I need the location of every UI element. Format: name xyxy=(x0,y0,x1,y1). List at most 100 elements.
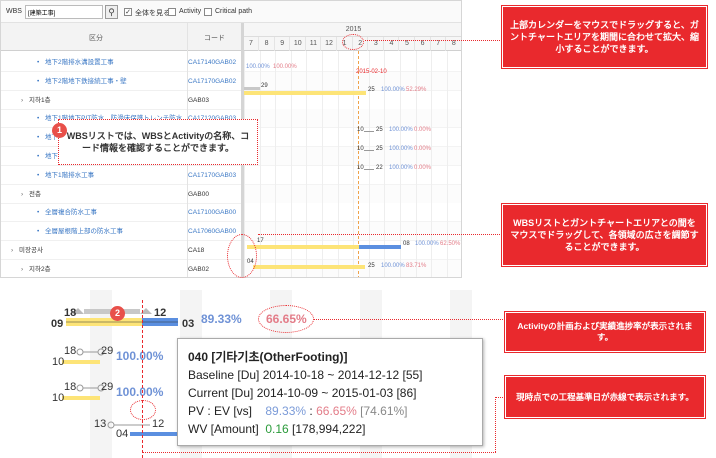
zoom-row1-end-top: 12 xyxy=(154,307,167,319)
pv-label: PV : EV [vs] xyxy=(188,404,253,418)
bar-end-label: 25 xyxy=(376,146,383,152)
zoom-row1-start-bottom: 09 xyxy=(51,318,64,330)
wbs-row[interactable]: • 地下1階排水工事 CA17170GAB03 xyxy=(1,166,241,185)
expand-icon[interactable]: › xyxy=(21,260,23,277)
status-date-line xyxy=(142,300,143,458)
calendar-drag-callout-text: 上部カレンダーをマウスでドラッグすると、ガントチャートエリアを期間に合わせて拡大… xyxy=(510,20,699,54)
wbs-row-code: CA17140GAB02 xyxy=(188,59,237,66)
wbs-search-input[interactable] xyxy=(25,5,103,19)
splitter-leader xyxy=(258,234,502,235)
wbs-row[interactable]: › 지하1층 GAB03 xyxy=(1,91,241,110)
plan-percent: 100.00% xyxy=(246,64,270,70)
bar-end-label: 22 xyxy=(376,165,383,171)
show-all-checkbox[interactable]: ✓ xyxy=(124,8,132,16)
wbs-header: 区分 コード xyxy=(1,23,241,51)
wv-label: WV [Amount] xyxy=(188,422,259,436)
month-cell[interactable]: 9 xyxy=(275,37,291,51)
wbs-row-name: 지하2층 xyxy=(29,265,51,273)
critical-path-checkbox[interactable] xyxy=(204,8,212,16)
wbs-row-code: GAB03 xyxy=(188,96,209,104)
plan-percent: 100.00% xyxy=(389,165,413,171)
search-icon: ⚲ xyxy=(108,7,115,17)
wbs-row-code: GAB02 xyxy=(188,265,209,273)
bullet-icon: • xyxy=(37,59,40,66)
plan-bar[interactable] xyxy=(244,91,366,95)
expand-icon[interactable]: › xyxy=(11,241,13,260)
progress-leader xyxy=(314,319,505,320)
grid-line xyxy=(384,51,386,277)
calendar-drag-marker xyxy=(342,34,364,50)
wbs-row-name: 地下2階排水溝設置工事 xyxy=(45,59,114,66)
bar-start-label: 29 xyxy=(261,83,268,89)
bar-end-label: 25 xyxy=(368,263,375,269)
status-date-leader-h1 xyxy=(495,397,505,398)
month-cell[interactable]: 8 xyxy=(260,37,275,51)
month-cell[interactable]: 10 xyxy=(291,37,306,51)
baseline-bar[interactable] xyxy=(244,87,260,90)
plan-percent: 100.00% xyxy=(381,263,405,269)
wbs-list-callout: WBSリストでは、WBSとActivityの名称、コード情報を確認することができ… xyxy=(58,119,258,165)
bar-start-label: 10 xyxy=(357,127,364,133)
plan-bar[interactable] xyxy=(247,245,359,249)
zoom-row3-top: 18 xyxy=(64,381,77,393)
month-cell[interactable]: 11 xyxy=(306,37,322,51)
tooltip-pv-ev: PV : EV [vs] 89.33% : 66.65% [74.61%] xyxy=(188,402,472,420)
grid-line xyxy=(275,51,277,277)
col-division-header: 区分 xyxy=(89,35,103,42)
grid-line xyxy=(353,51,355,277)
calendar-drag-leader xyxy=(365,40,502,41)
search-button[interactable]: ⚲ xyxy=(105,5,118,19)
zoom-plan-percent: 89.33% xyxy=(201,312,242,326)
progress-marker xyxy=(258,305,314,333)
tooltip-title: 040 [기타기초(OtherFooting)] xyxy=(188,350,348,364)
wbs-row-code: GAB00 xyxy=(188,190,209,198)
tooltip-wv: WV [Amount] 0.16 [178,994,222] xyxy=(188,420,472,438)
zoom-row2-mid: 29 xyxy=(101,345,114,357)
calendar-drag-callout: 上部カレンダーをマウスでドラッグすると、ガントチャートエリアを期間に合わせて拡大… xyxy=(502,6,707,68)
bullet-icon: • xyxy=(37,153,40,160)
wbs-row[interactable]: › 미장공사 CA18 xyxy=(1,241,241,260)
wbs-row[interactable]: • 全層屋根階上部の防水工事 CA17060GAB00 xyxy=(1,222,241,242)
bullet-icon: • xyxy=(37,134,40,142)
grid-line xyxy=(368,51,370,277)
bar-end-label: 25 xyxy=(376,127,383,133)
wbs-row[interactable]: › 지하2층 GAB02 xyxy=(1,260,241,277)
actual-percent: 83.71% xyxy=(406,263,427,269)
expand-icon[interactable]: › xyxy=(21,91,23,110)
plan-bar[interactable] xyxy=(253,265,365,269)
wbs-row-name: 지하1층 xyxy=(29,96,51,104)
wbs-row-code: CA17060GAB00 xyxy=(188,228,237,236)
zoom-row1-start-top: 18 xyxy=(64,307,77,319)
wbs-row-name: 地下1階排水工事 xyxy=(45,171,95,179)
zoom-row2-bottom: 10 xyxy=(52,356,65,368)
bar-start-label: 17 xyxy=(257,238,264,244)
date-marker-label: 2015-02-10 xyxy=(356,69,387,75)
pv-separator: : xyxy=(306,404,317,418)
zoom-row3-bottom: 10 xyxy=(52,392,65,404)
grid-line xyxy=(322,51,323,277)
splitter-callout-text: WBSリストとガントチャートエリアとの間をマウスでドラッグして、各領域の広さを調… xyxy=(510,218,699,252)
activity-label: Activity xyxy=(179,8,202,15)
wbs-row[interactable]: • 全層複合防水工事 CA17100GAB00 xyxy=(1,203,241,223)
wbs-row[interactable]: • 地下2階排水溝設置工事 CA17140GAB02 xyxy=(1,53,241,72)
wv-value: 0.16 xyxy=(265,422,289,436)
status-date-leader-v xyxy=(495,397,496,452)
zoom-row3-bars xyxy=(62,384,105,400)
splitter-callout: WBSリストとガントチャートエリアとの間をマウスでドラッグして、各領域の広さを調… xyxy=(502,204,707,266)
expand-icon[interactable]: › xyxy=(21,185,23,204)
month-cell[interactable]: 7 xyxy=(244,37,259,51)
zoom-row2-percent: 100.00% xyxy=(116,349,164,363)
zoom-row2-top: 18 xyxy=(64,345,77,357)
month-cell[interactable]: 12 xyxy=(322,37,337,51)
actual-bar[interactable] xyxy=(359,245,401,249)
status-date-marker xyxy=(130,400,156,420)
plan-percent: 100.00% xyxy=(389,146,413,152)
pv-vs-value: [74.61%] xyxy=(356,404,408,418)
tooltip-baseline: Baseline [Du] 2014-10-18 ~ 2014-12-12 [5… xyxy=(188,368,423,382)
bar-end-label: 25 xyxy=(368,87,375,93)
activity-checkbox[interactable] xyxy=(168,8,176,16)
wbs-row[interactable]: › 전층 GAB00 xyxy=(1,185,241,204)
bar-start-label: 10 xyxy=(357,146,364,152)
actual-percent: 0.00% xyxy=(414,127,432,133)
wbs-row[interactable]: • 地下2階地下鉄接続工事・壁 CA17170GAB02 xyxy=(1,72,241,91)
